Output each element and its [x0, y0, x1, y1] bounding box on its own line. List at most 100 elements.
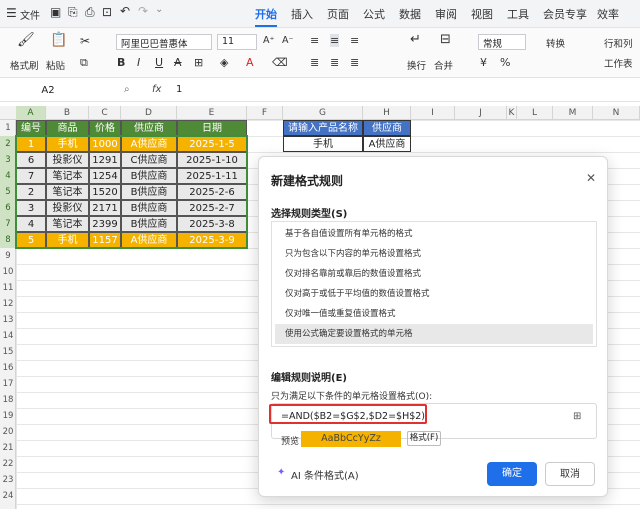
row-header[interactable]: 10	[0, 264, 16, 280]
column-header-l[interactable]: L	[517, 106, 553, 120]
rule-type-item[interactable]: 基于各自值设置所有单元格的格式	[275, 224, 593, 244]
preview-icon[interactable]: ⊡	[102, 5, 112, 19]
column-header-h[interactable]: H	[363, 106, 411, 120]
range-picker-icon[interactable]: ⊞	[573, 411, 581, 422]
row-header[interactable]: 5	[0, 184, 16, 200]
lookup-value-supplier[interactable]: A供应商	[363, 136, 411, 152]
copy-icon[interactable]: ⧉	[80, 56, 88, 70]
row-header[interactable]: 23	[0, 472, 16, 488]
format-painter-button[interactable]: 格式刷	[10, 58, 39, 72]
file-menu[interactable]: 文件	[20, 7, 40, 22]
row-header[interactable]: 21	[0, 440, 16, 456]
tab-efficiency[interactable]: 效率	[597, 6, 619, 22]
align-top-icon[interactable]: ≡	[310, 34, 319, 47]
tab-insert[interactable]: 插入	[291, 6, 313, 22]
fx-icon[interactable]: fx	[152, 84, 161, 95]
underline-icon[interactable]: U	[155, 56, 163, 69]
name-box[interactable]: A2	[10, 83, 86, 99]
export-icon[interactable]: ⎘	[68, 5, 78, 20]
table-header-price[interactable]: 价格	[89, 120, 121, 136]
fill-color-icon[interactable]: ◈	[220, 56, 228, 69]
worksheet-button[interactable]: 工作表	[604, 56, 633, 70]
border-icon[interactable]: ⊞	[194, 56, 203, 69]
tab-review[interactable]: 审阅	[435, 6, 457, 22]
align-center-icon[interactable]: ≣	[330, 56, 339, 69]
table-header-product[interactable]: 商品	[46, 120, 89, 136]
font-color-icon[interactable]: A	[246, 56, 254, 69]
row-header[interactable]: 14	[0, 328, 16, 344]
row-header[interactable]: 15	[0, 344, 16, 360]
wrap-button[interactable]: 换行	[407, 58, 426, 72]
currency-icon[interactable]: ¥	[480, 56, 487, 69]
menu-icon[interactable]: ☰	[6, 6, 17, 20]
undo-icon[interactable]: ↶	[120, 4, 130, 18]
column-header-c[interactable]: C	[89, 106, 121, 120]
row-header[interactable]: 16	[0, 360, 16, 376]
formula-input[interactable]: 1	[176, 84, 182, 95]
tab-home[interactable]: 开始	[255, 6, 277, 27]
table-header-id[interactable]: 编号	[16, 120, 46, 136]
save-icon[interactable]: ▣	[50, 5, 61, 19]
lookup-header-supplier[interactable]: 供应商	[363, 120, 411, 136]
tab-page[interactable]: 页面	[327, 6, 349, 22]
row-header[interactable]: 7	[0, 216, 16, 232]
row-header[interactable]: 18	[0, 392, 16, 408]
row-header[interactable]: 12	[0, 296, 16, 312]
ok-button[interactable]: 确定	[487, 462, 537, 486]
font-size-select[interactable]: 11	[217, 34, 257, 50]
tab-tools[interactable]: 工具	[507, 6, 529, 22]
wrap-icon[interactable]: ↵	[410, 32, 421, 47]
lookup-value-product[interactable]: 手机	[283, 136, 363, 152]
column-header-d[interactable]: D	[121, 106, 177, 120]
column-header-b[interactable]: B	[46, 106, 89, 120]
column-header-f[interactable]: F	[247, 106, 283, 120]
convert-button[interactable]: 转换	[546, 36, 565, 50]
rule-type-item[interactable]: 只为包含以下内容的单元格设置格式	[275, 244, 593, 264]
format-button[interactable]: 格式(F)	[407, 431, 441, 446]
shrink-font-icon[interactable]: A⁻	[282, 35, 294, 46]
print-icon[interactable]: ⎙	[85, 5, 95, 20]
row-header[interactable]: 22	[0, 456, 16, 472]
more-icon[interactable]: ⌄	[155, 4, 163, 15]
format-painter-icon[interactable]: 🖌	[17, 32, 35, 48]
column-header-i[interactable]: I	[411, 106, 455, 120]
table-header-date[interactable]: 日期	[177, 120, 247, 136]
ai-conditional-format-link[interactable]: AI 条件格式(A)	[291, 467, 359, 482]
rule-type-item[interactable]: 仅对唯一值或重复值设置格式	[275, 304, 593, 324]
rule-type-item-selected[interactable]: 使用公式确定要设置格式的单元格	[275, 324, 593, 344]
column-header-e[interactable]: E	[177, 106, 247, 120]
row-header[interactable]: 9	[0, 248, 16, 264]
table-header-supplier[interactable]: 供应商	[121, 120, 177, 136]
column-header-g[interactable]: G	[283, 106, 363, 120]
rule-type-item[interactable]: 仅对排名靠前或靠后的数值设置格式	[275, 264, 593, 284]
row-header[interactable]: 4	[0, 168, 16, 184]
align-middle-icon[interactable]: ≡	[330, 34, 340, 47]
rule-type-item[interactable]: 仅对高于或低于平均值的数值设置格式	[275, 284, 593, 304]
tab-formula[interactable]: 公式	[363, 6, 385, 22]
align-bottom-icon[interactable]: ≡	[350, 34, 359, 47]
column-header-m[interactable]: M	[553, 106, 593, 120]
column-header-k[interactable]: K	[507, 106, 517, 120]
row-header[interactable]: 20	[0, 424, 16, 440]
paste-button[interactable]: 粘贴	[46, 58, 65, 72]
row-col-button[interactable]: 行和列	[604, 36, 633, 50]
row-header[interactable]: 17	[0, 376, 16, 392]
row-header[interactable]: 19	[0, 408, 16, 424]
row-header[interactable]: 13	[0, 312, 16, 328]
paste-icon[interactable]: 📋	[50, 32, 67, 48]
tab-data[interactable]: 数据	[399, 6, 421, 22]
row-header[interactable]: 1	[0, 120, 16, 136]
align-right-icon[interactable]: ≣	[350, 56, 359, 69]
tab-view[interactable]: 视图	[471, 6, 493, 22]
close-icon[interactable]: ✕	[586, 171, 596, 185]
merge-icon[interactable]: ⊟	[440, 32, 451, 47]
bold-icon[interactable]: B	[117, 56, 125, 69]
merge-button[interactable]: 合并	[434, 58, 453, 72]
ai-icon[interactable]: ✦	[277, 467, 285, 478]
clear-icon[interactable]: ⌫	[272, 56, 288, 69]
cut-icon[interactable]: ✂	[80, 34, 90, 48]
strikethrough-icon[interactable]: A	[174, 56, 182, 69]
row-header[interactable]: 2	[0, 136, 16, 152]
row-header[interactable]: 24	[0, 488, 16, 504]
redo-icon[interactable]: ↷	[138, 4, 148, 18]
